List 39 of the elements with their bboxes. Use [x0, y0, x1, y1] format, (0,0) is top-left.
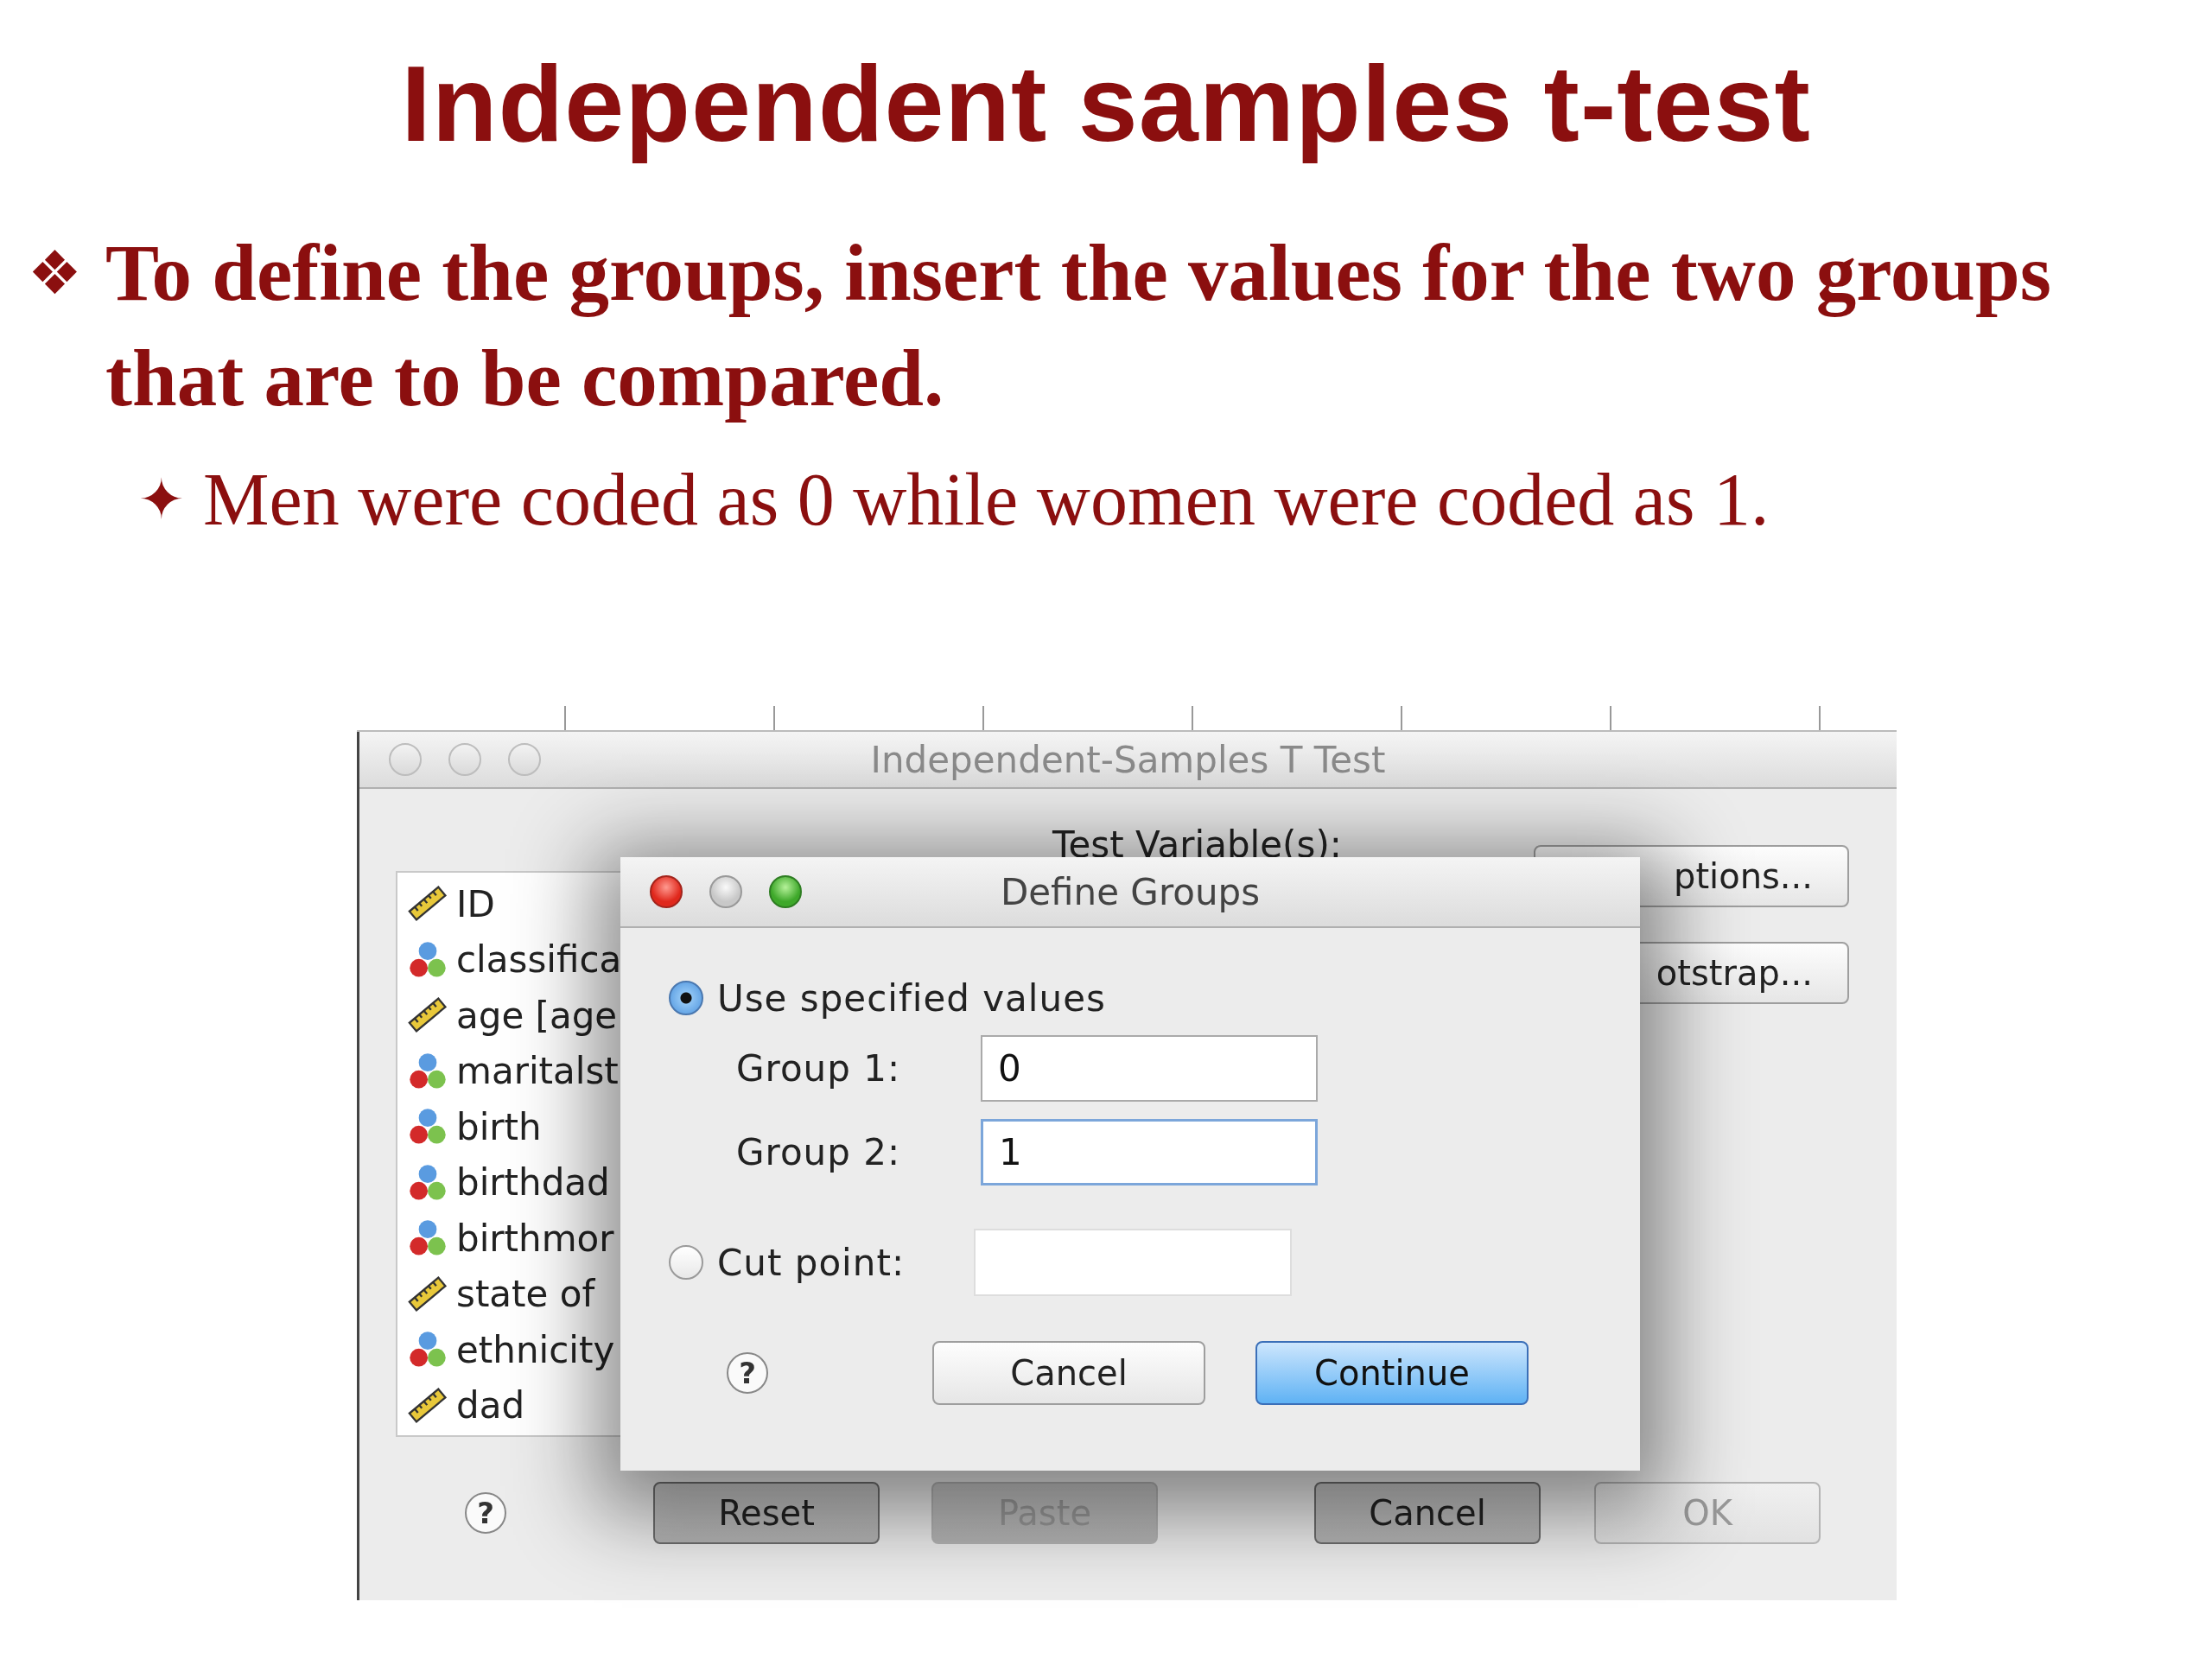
variable-item[interactable]: maritalst: [456, 1050, 619, 1093]
three-balls-icon: [408, 1051, 448, 1091]
variable-item[interactable]: age [age: [456, 994, 618, 1037]
zoom-button[interactable]: [769, 875, 802, 908]
variable-item[interactable]: birthmor: [456, 1217, 614, 1260]
bullet-text: To define the groups, insert the values for the two groups that are to be compared.: [105, 227, 2052, 424]
variable-item[interactable]: birth: [456, 1105, 542, 1148]
radio-label[interactable]: Cut point:: [717, 1241, 906, 1284]
bullet-icon: ✦: [138, 447, 203, 552]
variable-item[interactable]: birthdad: [456, 1161, 610, 1205]
minimize-button[interactable]: [448, 743, 481, 776]
window-title: Independent-Samples T Test: [870, 738, 1386, 781]
variable-item[interactable]: ethnicity: [456, 1328, 615, 1371]
minimize-button[interactable]: [709, 875, 742, 908]
help-button[interactable]: ?: [727, 1352, 768, 1394]
variable-item[interactable]: classifica: [456, 938, 622, 982]
bullet-icon: ❖: [28, 220, 105, 431]
dialog-button[interactable]: Cancel: [932, 1341, 1205, 1405]
slide-title: Independent samples t-test: [400, 43, 1812, 165]
dialog-button[interactable]: Reset: [653, 1482, 880, 1544]
radio-button[interactable]: [669, 1245, 703, 1280]
bullet-text: Men were coded as 0 while women were coded as 1.: [203, 457, 1770, 543]
input-field[interactable]: 1: [981, 1119, 1318, 1185]
close-button[interactable]: [650, 875, 683, 908]
radio-label[interactable]: Use specified values: [717, 976, 1106, 1020]
dialog-button[interactable]: Cancel: [1314, 1482, 1541, 1544]
field-label: Group 1:: [735, 1047, 902, 1090]
field-label: Test Variable(s):: [1052, 823, 1342, 866]
three-balls-icon: [408, 939, 448, 980]
variable-item[interactable]: state of: [456, 1273, 595, 1316]
help-button[interactable]: ?: [465, 1492, 506, 1534]
input-field[interactable]: 0: [981, 1035, 1318, 1102]
window-title: Define Groups: [1000, 870, 1261, 913]
variable-item[interactable]: ID: [456, 882, 495, 925]
radio-button[interactable]: [669, 981, 703, 1015]
variable-item[interactable]: dad: [456, 1384, 525, 1427]
dialog-button[interactable]: Continue: [1255, 1341, 1529, 1405]
field-label: Group 2:: [735, 1131, 902, 1173]
three-balls-icon: [408, 1162, 448, 1203]
